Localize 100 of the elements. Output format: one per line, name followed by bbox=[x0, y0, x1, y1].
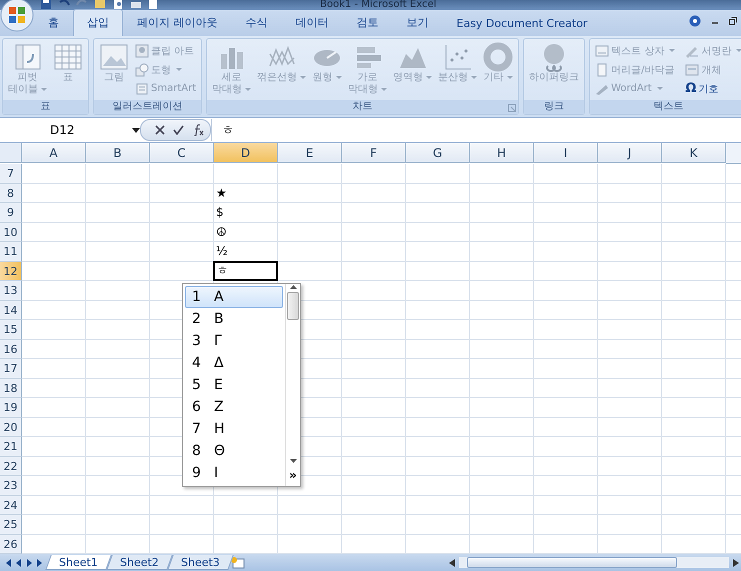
print-preview-icon[interactable] bbox=[112, 0, 124, 10]
candidate-item[interactable]: 4 Δ bbox=[185, 352, 283, 374]
row-header[interactable]: 23 bbox=[0, 476, 22, 496]
sheet-tab[interactable]: Sheet1 bbox=[45, 555, 112, 570]
column-header[interactable]: H bbox=[470, 143, 534, 163]
sheet-tab[interactable]: Sheet2 bbox=[106, 555, 172, 570]
ribbon-button[interactable]: Ω 기호 bbox=[683, 79, 741, 98]
caret-icon bbox=[381, 88, 388, 91]
save-icon[interactable] bbox=[40, 0, 52, 10]
row-header[interactable]: 24 bbox=[0, 496, 22, 515]
row-header[interactable]: 16 bbox=[0, 340, 22, 359]
row-header[interactable]: 11 bbox=[0, 242, 22, 262]
name-box[interactable]: D12 bbox=[50, 123, 75, 137]
ribbon-tab[interactable]: 페이지 레이아웃 bbox=[123, 9, 232, 36]
row-header[interactable]: 14 bbox=[0, 300, 22, 320]
group-label: 일러스트레이션 bbox=[94, 100, 202, 114]
row-header[interactable]: 26 bbox=[0, 534, 22, 554]
last-sheet-icon[interactable] bbox=[37, 558, 44, 566]
column-header[interactable]: K bbox=[662, 143, 726, 163]
caret-icon bbox=[506, 76, 513, 79]
column-header[interactable]: I bbox=[534, 143, 598, 163]
previous-sheet-icon[interactable] bbox=[15, 558, 22, 566]
page-icon bbox=[595, 62, 610, 76]
column-header[interactable]: A bbox=[22, 143, 86, 163]
candidate-item[interactable]: 3 Γ bbox=[185, 330, 283, 352]
scroll-up-icon[interactable] bbox=[290, 284, 296, 290]
sheet-tab[interactable]: Sheet3 bbox=[166, 555, 234, 570]
column-header[interactable]: C bbox=[150, 143, 214, 163]
table-cell-text: ½ bbox=[215, 243, 229, 260]
ribbon-tab[interactable]: 삽입 bbox=[73, 9, 123, 36]
group-label: 표 bbox=[3, 100, 88, 114]
row-header[interactable]: 17 bbox=[0, 359, 22, 378]
row-header[interactable]: 21 bbox=[0, 437, 22, 456]
scrollbar-thumb[interactable] bbox=[467, 557, 677, 568]
omega-icon: Ω bbox=[685, 81, 696, 96]
row-header[interactable]: 20 bbox=[0, 418, 22, 437]
row-header[interactable]: 12 bbox=[0, 262, 22, 281]
column-header[interactable]: J bbox=[598, 143, 662, 163]
checkmark-icon[interactable] bbox=[173, 125, 184, 135]
insert-sheet-icon[interactable] bbox=[230, 556, 246, 569]
caret-icon bbox=[245, 88, 252, 91]
text-box-icon bbox=[595, 44, 610, 58]
ribbon-tab[interactable]: 보기 bbox=[392, 9, 442, 36]
function-icon[interactable] bbox=[192, 124, 204, 136]
donut-chart-icon bbox=[483, 42, 514, 72]
office-button[interactable] bbox=[0, 0, 34, 32]
candidate-item[interactable]: 5 Ε bbox=[185, 374, 283, 396]
column-header[interactable]: G bbox=[406, 143, 470, 163]
scroll-right-icon[interactable] bbox=[733, 558, 739, 566]
row-header[interactable]: 25 bbox=[0, 515, 22, 534]
row-header[interactable]: 13 bbox=[0, 281, 22, 300]
object-icon bbox=[685, 62, 700, 76]
ribbon-tab[interactable]: 홈 bbox=[34, 9, 73, 36]
clip-art-icon bbox=[135, 44, 149, 58]
table-cell-text: $ bbox=[215, 204, 225, 221]
first-sheet-icon[interactable] bbox=[4, 558, 11, 566]
candidate-item[interactable]: 7 Η bbox=[185, 418, 283, 440]
row-header[interactable]: 15 bbox=[0, 320, 22, 340]
scatter-chart-icon bbox=[442, 42, 473, 72]
cancel-icon[interactable] bbox=[155, 125, 165, 135]
column-header[interactable]: F bbox=[342, 143, 406, 163]
ribbon-tab[interactable]: 수식 bbox=[232, 9, 282, 36]
active-cell[interactable]: ㅎ bbox=[213, 260, 278, 281]
row-header[interactable]: 10 bbox=[0, 222, 22, 242]
folder-icon[interactable] bbox=[94, 0, 106, 10]
table-icon bbox=[53, 42, 83, 72]
table-cell-text: ☮ bbox=[215, 224, 228, 240]
column-header[interactable]: D bbox=[214, 143, 278, 163]
row-header[interactable]: 7 bbox=[0, 164, 22, 184]
candidate-item[interactable]: 2 Β bbox=[185, 308, 283, 330]
caret-icon bbox=[300, 76, 306, 79]
group-label: 텍스트 bbox=[590, 100, 741, 114]
caret-icon[interactable] bbox=[132, 128, 140, 132]
candidate-item[interactable]: 1 Α bbox=[185, 286, 283, 308]
printer-icon[interactable] bbox=[130, 0, 142, 10]
candidate-item[interactable]: 6 Ζ bbox=[185, 396, 283, 418]
row-header[interactable]: 18 bbox=[0, 378, 22, 398]
next-sheet-icon[interactable] bbox=[26, 558, 33, 566]
row-header[interactable]: 19 bbox=[0, 398, 22, 418]
scroll-left-icon[interactable] bbox=[449, 558, 455, 566]
more-button[interactable]: » bbox=[289, 468, 297, 486]
ribbon-tab[interactable]: 데이터 bbox=[282, 9, 342, 36]
scrollbar-thumb[interactable] bbox=[287, 292, 299, 320]
formula-field[interactable]: ㅎ bbox=[211, 119, 234, 141]
ribbon-tab[interactable]: 검토 bbox=[342, 9, 392, 36]
row-header[interactable]: 9 bbox=[0, 203, 22, 222]
ribbon-tab[interactable]: Easy Document Creator bbox=[442, 11, 602, 36]
help-icon[interactable] bbox=[689, 15, 701, 27]
restore-icon[interactable] bbox=[729, 17, 737, 25]
column-header[interactable]: B bbox=[86, 143, 150, 163]
caret-icon bbox=[736, 49, 741, 52]
row-header[interactable]: 8 bbox=[0, 184, 22, 203]
candidate-item[interactable]: 9 Ι bbox=[185, 462, 283, 484]
caret-icon bbox=[41, 88, 47, 91]
row-header[interactable]: 22 bbox=[0, 456, 22, 476]
caret-icon bbox=[669, 49, 676, 52]
column-header[interactable]: E bbox=[278, 143, 342, 163]
caret-icon bbox=[426, 76, 432, 79]
page-icon[interactable] bbox=[148, 0, 158, 10]
candidate-item[interactable]: 8 Θ bbox=[185, 440, 283, 462]
